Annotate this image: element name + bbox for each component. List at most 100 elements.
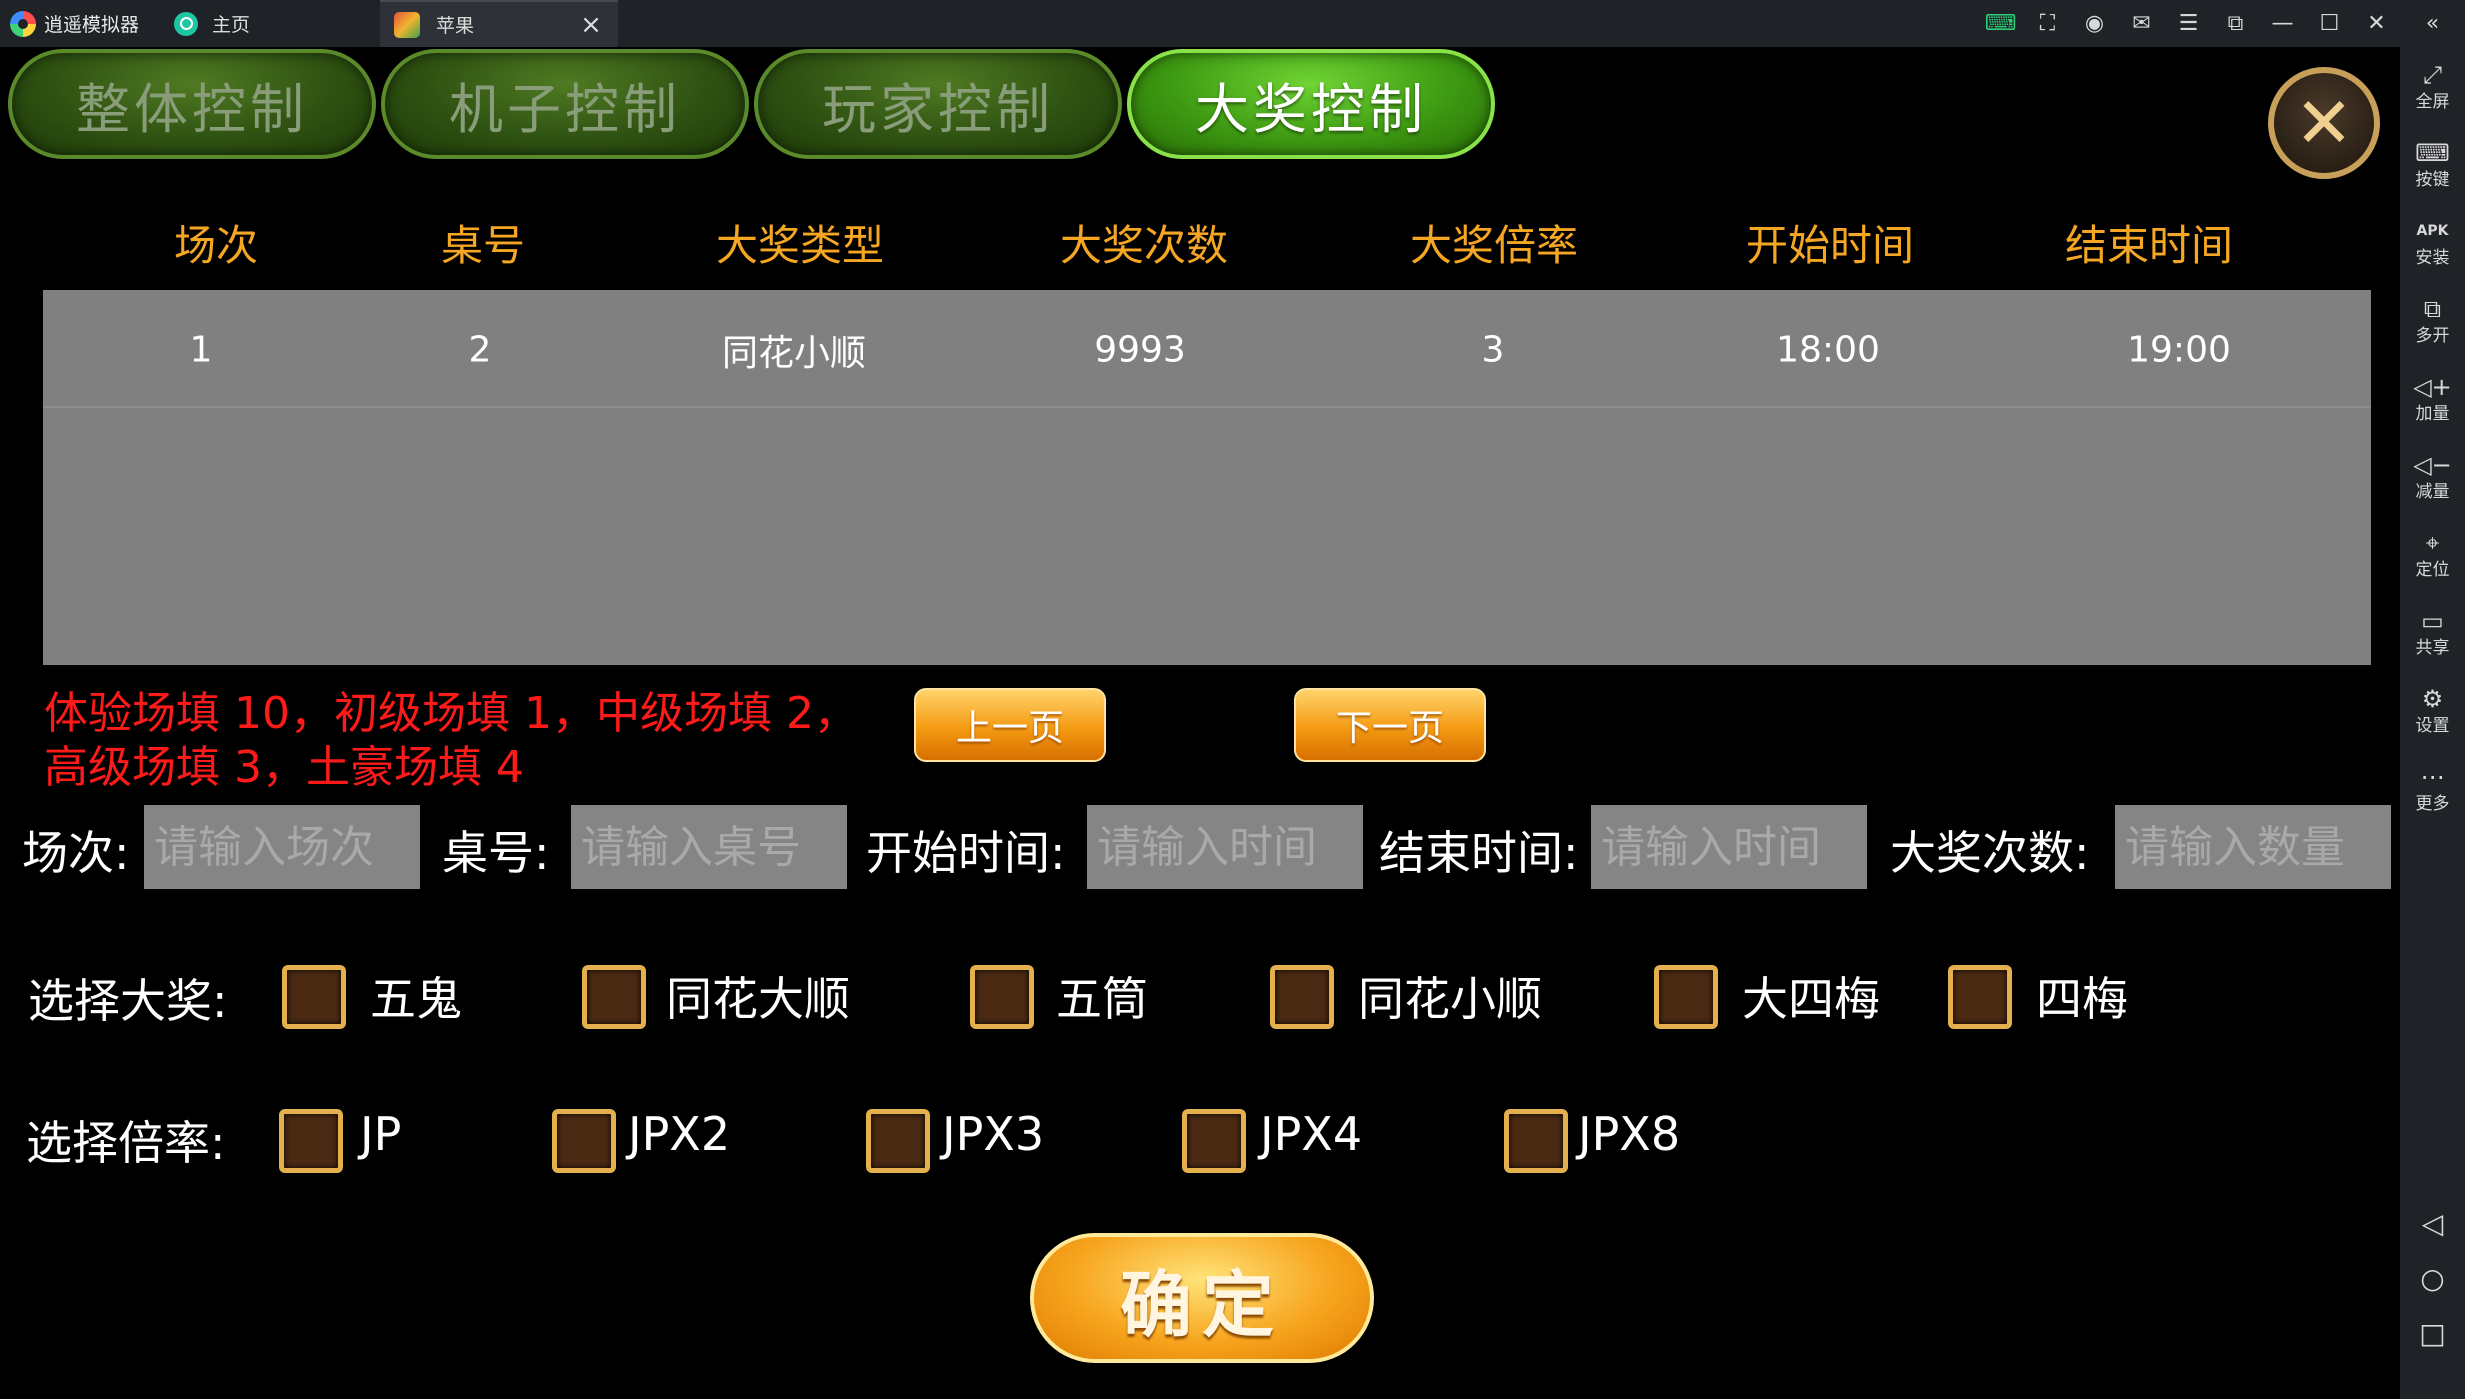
next-page-button[interactable]: 下一页 <box>1294 688 1486 762</box>
restore-icon[interactable]: ⧉ <box>2212 0 2259 47</box>
sidebar-item-fullscreen[interactable]: ⤢ 全屏 <box>2400 59 2465 113</box>
checkbox-multiplier-jpx2[interactable] <box>552 1109 616 1173</box>
table-no-label: 桌号: <box>442 826 550 880</box>
volume-up-icon: ◁+ <box>2413 373 2452 401</box>
sidebar-item-keyboard[interactable]: ⌨ 按键 <box>2400 137 2465 191</box>
settings-icon: ⚙ <box>2421 685 2444 713</box>
minimize-icon[interactable]: — <box>2259 0 2306 47</box>
sidebar-item-install[interactable]: APK 安装 <box>2400 215 2465 269</box>
collapse-icon[interactable]: « <box>2400 0 2465 47</box>
location-icon: ⌖ <box>2425 529 2440 557</box>
cell-start-time: 18:00 <box>1776 329 1880 371</box>
column-header-prize-count: 大奖次数 <box>1059 221 1229 270</box>
tab-home[interactable]: 主页 <box>160 0 380 47</box>
confirm-button[interactable]: 确定 <box>1030 1233 1374 1363</box>
session-label: 场次: <box>22 826 130 880</box>
game-app-icon <box>394 11 420 38</box>
checkbox-multiplier-jpx3[interactable] <box>866 1109 930 1173</box>
brand-name: 逍遥模拟器 <box>44 14 140 36</box>
prize-select-label: 选择大奖: <box>28 974 228 1028</box>
mail-icon[interactable]: ✉ <box>2118 0 2165 47</box>
sidebar-item-share[interactable]: ▭ 共享 <box>2400 605 2465 659</box>
checkbox-prize-four[interactable] <box>1948 965 2012 1029</box>
window-toolbar: ⌨ ⛶ ◉ ✉ ☰ ⧉ — ☐ ✕ « <box>1977 0 2465 47</box>
volume-down-icon: ◁− <box>2413 451 2452 479</box>
close-icon: ✕ <box>2294 82 2354 164</box>
home-icon[interactable]: ○ <box>2400 1262 2465 1295</box>
prize-option-label: 五筒 <box>1056 972 1148 1026</box>
sidebar-item-volume-down[interactable]: ◁− 减量 <box>2400 449 2465 503</box>
apk-install-icon: APK <box>2416 223 2449 239</box>
column-header-prize-rate: 大奖倍率 <box>1409 221 1579 270</box>
prize-option-label: 大四梅 <box>1742 972 1880 1026</box>
cell-prize-count: 9993 <box>1094 329 1186 371</box>
close-icon[interactable]: ✕ <box>2353 0 2400 47</box>
checkbox-multiplier-jpx8[interactable] <box>1504 1109 1568 1173</box>
checkbox-prize-wutong[interactable] <box>970 965 1034 1029</box>
hint-line-2: 高级场填 3，土豪场填 4 <box>44 742 524 793</box>
tab-jackpot-control[interactable]: 大奖控制 <box>1127 49 1495 159</box>
close-button[interactable]: ✕ <box>2268 67 2380 179</box>
checkbox-prize-big-four[interactable] <box>1654 965 1718 1029</box>
start-time-input[interactable] <box>1087 805 1363 889</box>
prize-option-label: 同花大顺 <box>666 972 850 1026</box>
start-time-label: 开始时间: <box>866 826 1066 880</box>
multiplier-option-label: JPX2 <box>628 1107 731 1161</box>
keyboard-map-icon[interactable]: ⌨ <box>1977 0 2024 47</box>
table-row[interactable]: 1 2 同花小顺 9993 3 18:00 19:00 <box>43 290 2371 408</box>
tab-overall-control[interactable]: 整体控制 <box>8 49 376 159</box>
tab-close-icon[interactable]: × <box>578 12 604 38</box>
prize-count-input[interactable] <box>2115 805 2391 889</box>
end-time-label: 结束时间: <box>1379 826 1579 880</box>
sidebar-item-location[interactable]: ⌖ 定位 <box>2400 527 2465 581</box>
multi-instance-icon: ⧉ <box>2423 295 2442 323</box>
tab-game[interactable]: 苹果 × <box>380 0 618 47</box>
end-time-input[interactable] <box>1591 805 1867 889</box>
emulator-titlebar: 逍遥模拟器 主页 苹果 × ⌨ ⛶ ◉ ✉ ☰ ⧉ — ☐ ✕ « <box>0 0 2465 47</box>
multiplier-option-label: JPX8 <box>1578 1107 1681 1161</box>
sidebar-item-more[interactable]: ⋯ 更多 <box>2400 761 2465 815</box>
checkbox-prize-straight-flush[interactable] <box>1270 965 1334 1029</box>
session-input[interactable] <box>144 805 420 889</box>
cell-table-no: 2 <box>468 329 492 371</box>
emulator-sidebar: ⤢ 全屏 ⌨ 按键 APK 安装 ⧉ 多开 ◁+ 加量 ◁− 减量 ⌖ 定位 ▭… <box>2400 47 2465 1399</box>
sidebar-item-volume-up[interactable]: ◁+ 加量 <box>2400 371 2465 425</box>
checkbox-prize-royal-flush[interactable] <box>582 965 646 1029</box>
cell-session: 1 <box>189 329 213 371</box>
tab-game-label: 苹果 <box>436 15 475 37</box>
sidebar-item-multi[interactable]: ⧉ 多开 <box>2400 293 2465 347</box>
multiplier-option-label: JPX3 <box>942 1107 1045 1161</box>
home-app-icon <box>174 11 198 36</box>
prize-option-label: 同花小顺 <box>1358 972 1542 1026</box>
sidebar-item-settings[interactable]: ⚙ 设置 <box>2400 683 2465 737</box>
emulator-logo-icon <box>10 10 36 37</box>
checkbox-multiplier-jp[interactable] <box>279 1109 343 1173</box>
tab-machine-control[interactable]: 机子控制 <box>381 49 749 159</box>
table-no-input[interactable] <box>571 805 847 889</box>
multiplier-option-label: JP <box>360 1107 402 1161</box>
keyboard-icon: ⌨ <box>2415 139 2450 167</box>
more-icon: ⋯ <box>2420 763 2445 791</box>
prize-option-label: 四梅 <box>2036 972 2128 1026</box>
app-brand[interactable]: 逍遥模拟器 <box>0 0 160 47</box>
checkbox-multiplier-jpx4[interactable] <box>1182 1109 1246 1173</box>
folder-icon: ▭ <box>2421 607 2444 635</box>
cell-end-time: 19:00 <box>2127 329 2231 371</box>
checkbox-prize-wugui[interactable] <box>282 965 346 1029</box>
multiplier-option-label: JPX4 <box>1260 1107 1363 1161</box>
recents-icon[interactable]: □ <box>2400 1317 2465 1350</box>
column-header-start-time: 开始时间 <box>1745 221 1915 270</box>
tab-home-label: 主页 <box>212 14 251 36</box>
screenshot-icon[interactable]: ⛶ <box>2024 0 2071 47</box>
prev-page-button[interactable]: 上一页 <box>914 688 1106 762</box>
tab-player-control[interactable]: 玩家控制 <box>754 49 1122 159</box>
account-icon[interactable]: ◉ <box>2071 0 2118 47</box>
prize-count-label: 大奖次数: <box>1890 826 2090 880</box>
cell-prize-rate: 3 <box>1481 329 1505 371</box>
menu-icon[interactable]: ☰ <box>2165 0 2212 47</box>
back-icon[interactable]: ◁ <box>2400 1207 2465 1240</box>
maximize-icon[interactable]: ☐ <box>2306 0 2353 47</box>
column-header-session: 场次 <box>173 221 259 270</box>
fullscreen-icon: ⤢ <box>2422 61 2443 89</box>
jackpot-table: 1 2 同花小顺 9993 3 18:00 19:00 <box>43 290 2371 665</box>
